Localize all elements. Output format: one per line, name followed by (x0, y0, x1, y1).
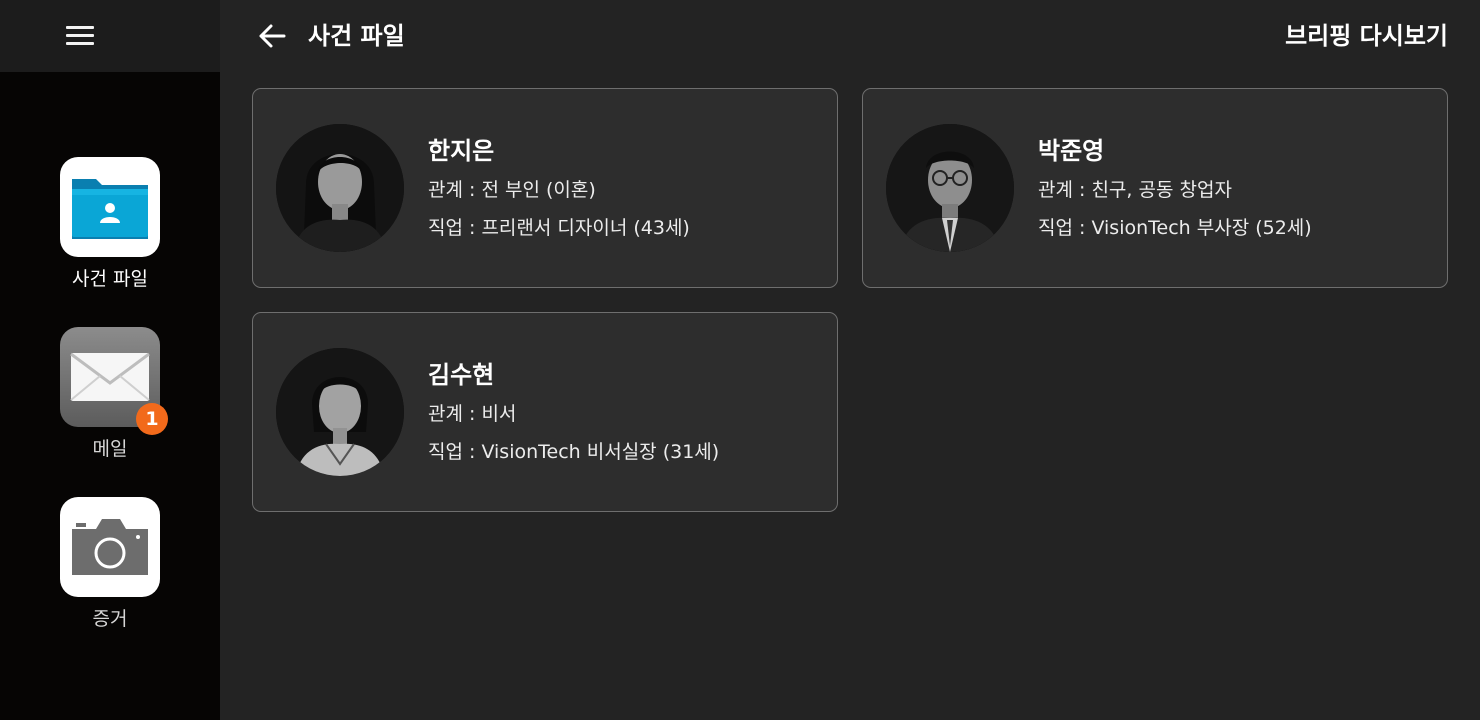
person-relation: 관계 : 전 부인 (이혼) (428, 179, 596, 201)
person-card[interactable]: 박준영 관계 : 친구, 공동 창업자 직업 : VisionTech 부사장 … (862, 88, 1448, 288)
sidebar-app-label: 사건 파일 (72, 268, 148, 290)
portrait-avatar (276, 124, 404, 252)
portrait-avatar (276, 348, 404, 476)
back-arrow-icon[interactable] (256, 22, 288, 50)
sidebar-app-label: 메일 (92, 438, 128, 460)
person-name: 한지은 (428, 137, 495, 165)
sidebar-header (0, 0, 220, 72)
person-relation: 관계 : 친구, 공동 창업자 (1038, 179, 1232, 201)
person-job: 직업 : VisionTech 부사장 (52세) (1038, 217, 1312, 239)
sidebar-app-label: 증거 (92, 608, 128, 630)
app-root: 사건 파일 1 메일 증거 사건 파일 브리핑 다시보기 한지은 관계: 전 … (0, 0, 1480, 720)
portrait-avatar (886, 124, 1014, 252)
sidebar-app-mail[interactable]: 1 메일 (0, 327, 220, 461)
briefing-replay-button[interactable]: 브리핑 다시보기 (1285, 20, 1448, 52)
person-name: 박준영 (1038, 137, 1105, 165)
case-folder-icon (60, 157, 160, 257)
person-card[interactable]: 한지은 관계 : 전 부인 (이혼) 직업 : 프리랜서 디자이너 (43세) (252, 88, 838, 288)
page-title: 사건 파일 (308, 22, 405, 50)
mail-envelope-icon: 1 (60, 327, 168, 435)
sidebar-app-evidence[interactable]: 증거 (0, 497, 220, 631)
person-name: 김수현 (428, 361, 495, 389)
person-card[interactable]: 김수현 관계 : 비서 직업 : VisionTech 비서실장 (31세) (252, 312, 838, 512)
camera-icon (60, 497, 160, 597)
sidebar-app-case-files[interactable]: 사건 파일 (0, 157, 220, 291)
person-job: 직업 : VisionTech 비서실장 (31세) (428, 441, 720, 463)
person-job: 직업 : 프리랜서 디자이너 (43세) (428, 217, 690, 239)
unread-count-badge: 1 (136, 403, 168, 435)
hamburger-menu-icon[interactable] (66, 24, 94, 48)
sidebar: 사건 파일 1 메일 증거 (0, 0, 220, 720)
person-relation: 관계 : 비서 (428, 403, 517, 425)
top-bar: 사건 파일 브리핑 다시보기 (220, 0, 1480, 72)
